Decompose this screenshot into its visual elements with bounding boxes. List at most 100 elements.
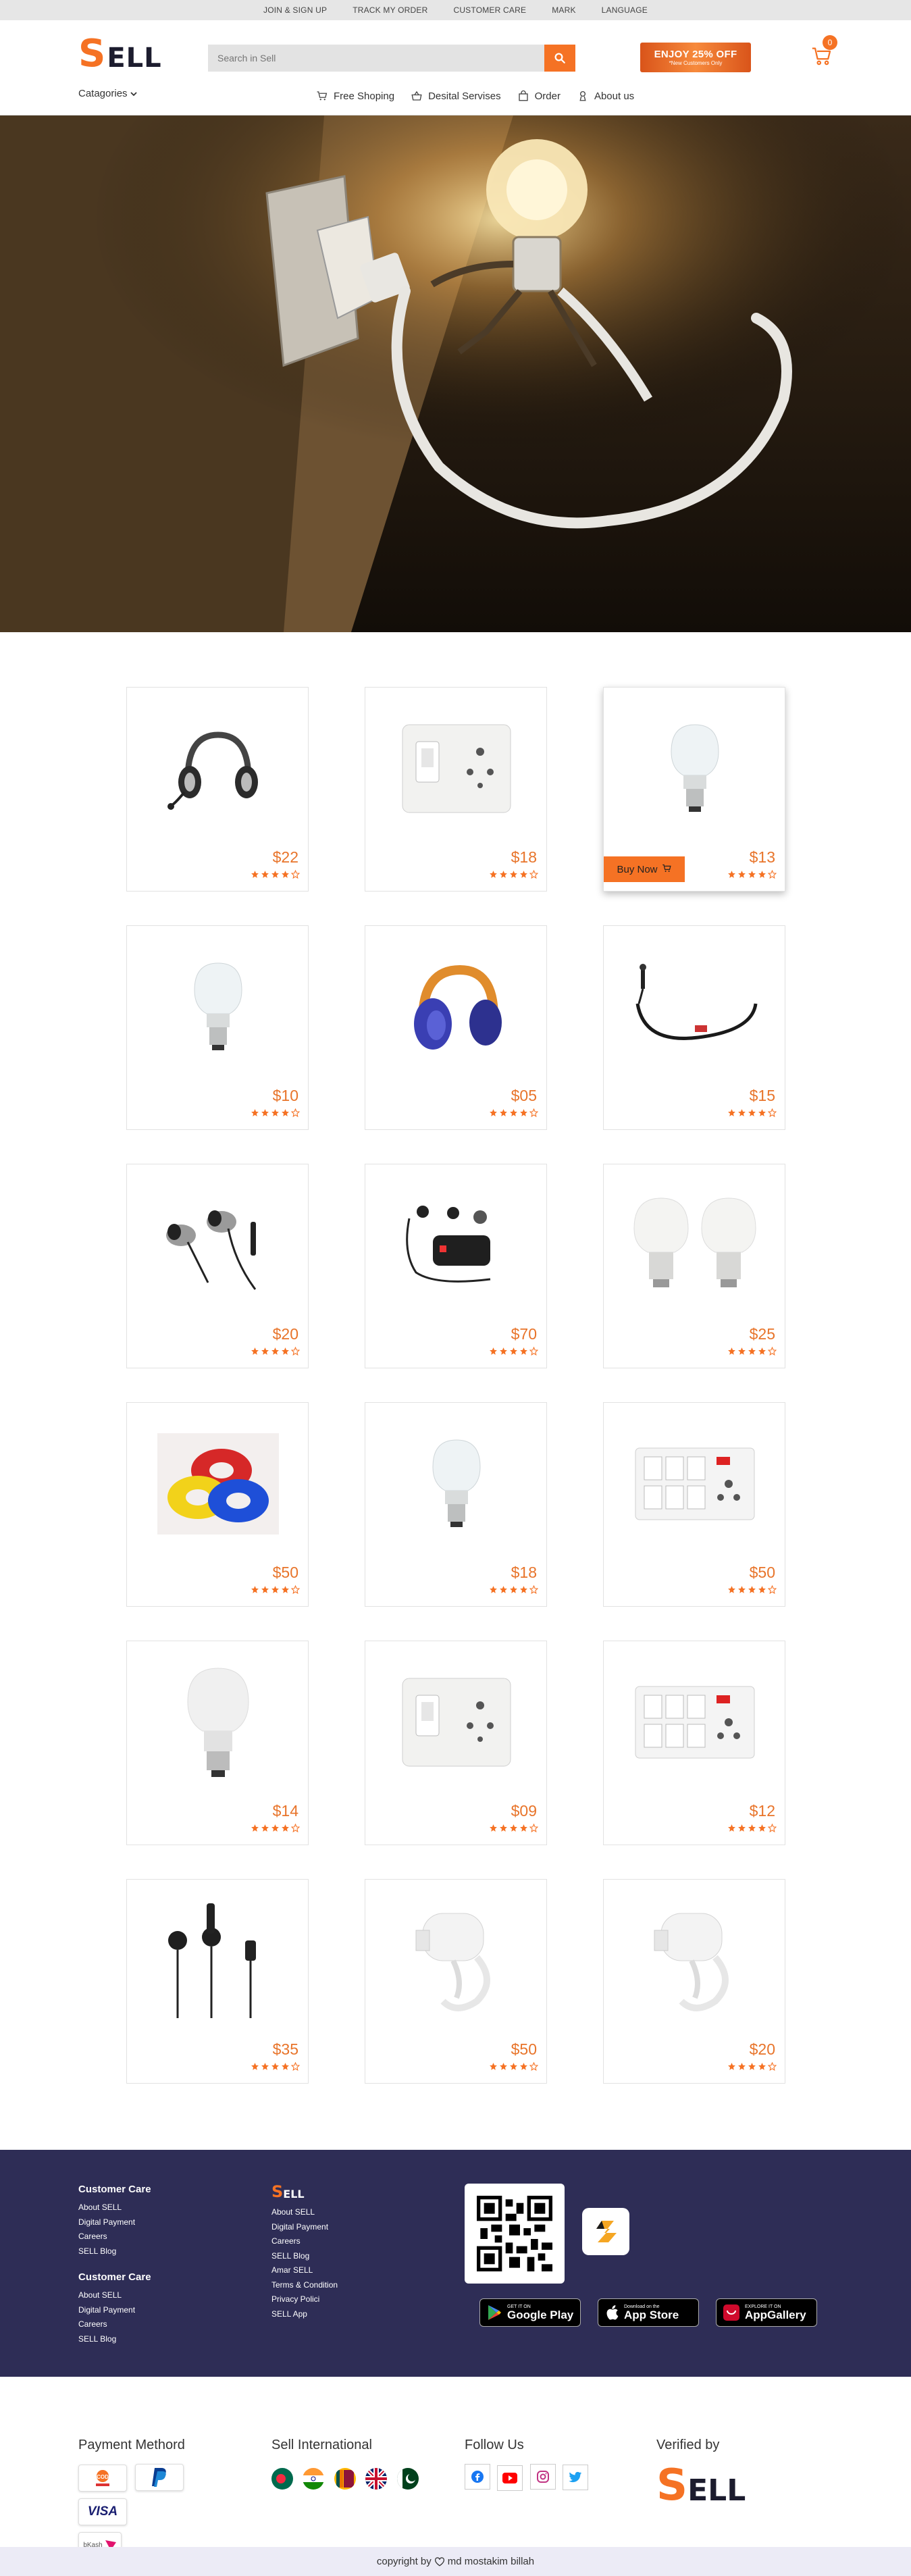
type-c-earphones-icon[interactable] [147, 1903, 289, 2018]
footer-link[interactable]: Terms & Condition [271, 2278, 338, 2293]
switch-socket-icon[interactable] [386, 715, 527, 823]
footer-link[interactable]: About SELL [78, 2288, 151, 2303]
hair-dryer-icon[interactable] [386, 1907, 527, 2015]
app-store-button[interactable]: Download on the App Store [598, 2298, 699, 2327]
bulb-robot-plugging-socket-image [0, 115, 911, 632]
chevron-down-icon [130, 91, 137, 96]
buy-now-button[interactable]: Buy Now [604, 856, 685, 882]
star-filled-icon [271, 870, 280, 882]
product-card[interactable]: $09 [365, 1641, 547, 1845]
star-filled-icon [727, 1347, 736, 1359]
product-card[interactable]: $50 [365, 1879, 547, 2084]
product-card[interactable]: $22 [126, 687, 309, 892]
categories-dropdown[interactable]: Catagories [78, 88, 137, 99]
product-card[interactable]: $70 [365, 1164, 547, 1368]
neckband-earphones-icon[interactable] [624, 953, 766, 1061]
footer-link[interactable]: Digital Payment [78, 2215, 151, 2230]
star-empty-icon [767, 869, 777, 882]
star-filled-icon [727, 2062, 736, 2074]
product-card[interactable]: $35 [126, 1879, 309, 2084]
customer-care-link[interactable]: CUSTOMER CARE [453, 5, 526, 15]
verified-logo-text: ELL [687, 2473, 746, 2508]
cable-rolls-icon[interactable] [147, 1430, 289, 1538]
search-input[interactable] [208, 45, 544, 72]
youtube-icon[interactable] [497, 2465, 523, 2491]
product-card[interactable]: $20 [603, 1879, 785, 2084]
nav-digital-services[interactable]: Desital Servises [411, 90, 501, 102]
product-card[interactable]: $10 [126, 925, 309, 1130]
product-card[interactable]: $14 [126, 1641, 309, 1845]
footer-link[interactable]: Digital Payment [271, 2220, 338, 2235]
product-card[interactable]: $18 [365, 1402, 547, 1607]
uk-flag-icon[interactable] [365, 2468, 388, 2490]
product-rating [489, 869, 539, 882]
product-card[interactable]: $18 [365, 687, 547, 892]
led-bulb-icon[interactable] [147, 953, 289, 1061]
facebook-icon[interactable] [465, 2464, 490, 2490]
footer-link[interactable]: About SELL [78, 2200, 151, 2215]
cart-button[interactable]: 0 [810, 35, 837, 72]
product-card[interactable]: $13 Buy Now [603, 687, 785, 892]
promo-banner[interactable]: ENJOY 25% OFF *New Customers Only [640, 43, 751, 72]
footer-link[interactable]: SELL Blog [271, 2249, 338, 2264]
headphones-icon[interactable] [386, 953, 527, 1061]
product-card[interactable]: $05 [365, 925, 547, 1130]
footer-link[interactable]: Amar SELL [271, 2263, 338, 2278]
app-gallery-button[interactable]: EXPLORE IT ON AppGallery [716, 2298, 817, 2327]
search-button[interactable] [544, 45, 575, 72]
footer-link[interactable]: SELL Blog [78, 2332, 151, 2347]
product-rating [489, 2061, 539, 2074]
product-card[interactable]: $15 [603, 925, 785, 1130]
footer-link[interactable]: Careers [78, 2230, 151, 2244]
twitter-icon[interactable] [563, 2465, 589, 2490]
star-filled-icon [519, 2062, 528, 2074]
hair-dryer-icon[interactable] [624, 1907, 766, 2015]
product-rating [251, 1823, 301, 1836]
instagram-icon[interactable] [529, 2464, 556, 2490]
paypal-payment-icon [135, 2464, 184, 2491]
product-card[interactable]: $12 [603, 1641, 785, 1845]
product-price: $15 [749, 1087, 775, 1104]
footer-link[interactable]: About SELL [271, 2205, 338, 2220]
switch-board-icon[interactable] [624, 1430, 766, 1538]
sell-app-icon[interactable] [582, 2208, 629, 2255]
product-card[interactable]: $50 [126, 1402, 309, 1607]
in-ear-earphones-icon[interactable] [147, 1191, 289, 1299]
bangladesh-flag-icon[interactable] [271, 2468, 293, 2490]
sri-lanka-flag-icon[interactable] [334, 2468, 356, 2490]
footer-link[interactable]: Careers [271, 2234, 338, 2249]
footer-link[interactable]: SELL Blog [78, 2244, 151, 2259]
earphones-box-icon[interactable] [386, 1191, 527, 1299]
bulb-icon[interactable] [147, 1668, 289, 1777]
two-bulbs-icon[interactable] [624, 1191, 766, 1299]
nav-order[interactable]: Order [517, 90, 561, 102]
hero-banner[interactable] [0, 115, 911, 632]
payment-methods: Payment Methord COD VISA bKash [78, 2438, 240, 2565]
footer-link[interactable]: SELL App [271, 2307, 338, 2322]
language-link[interactable]: LANGUAGE [602, 5, 648, 15]
join-signup-link[interactable]: JOIN & SIGN UP [263, 5, 327, 15]
logo[interactable]: S ELL [78, 35, 162, 73]
headset-icon[interactable] [147, 715, 289, 823]
switch-socket-icon[interactable] [386, 1668, 527, 1776]
track-order-link[interactable]: TRACK MY ORDER [353, 5, 427, 15]
mark-link[interactable]: MARK [552, 5, 575, 15]
footer-link[interactable]: Careers [78, 2317, 151, 2332]
star-filled-icon [748, 870, 756, 882]
star-filled-icon [727, 1108, 736, 1120]
footer-link[interactable]: Privacy Polici [271, 2292, 338, 2307]
india-flag-icon[interactable] [303, 2468, 325, 2490]
product-card[interactable]: $50 [603, 1402, 785, 1607]
logo-initial: S [78, 32, 106, 76]
footer-link[interactable]: Digital Payment [78, 2303, 151, 2318]
google-play-button[interactable]: GET IT ON Google Play [479, 2298, 581, 2327]
led-bulb-icon[interactable] [386, 1430, 527, 1538]
nav-about-us[interactable]: About us [577, 90, 634, 102]
product-card[interactable]: $20 [126, 1164, 309, 1368]
switch-board-icon[interactable] [624, 1668, 766, 1776]
product-card[interactable]: $25 [603, 1164, 785, 1368]
pakistan-flag-icon[interactable] [396, 2468, 419, 2490]
led-bulb-icon[interactable] [624, 715, 766, 823]
star-empty-icon [529, 2061, 539, 2074]
nav-free-shopping[interactable]: Free Shoping [316, 90, 394, 102]
